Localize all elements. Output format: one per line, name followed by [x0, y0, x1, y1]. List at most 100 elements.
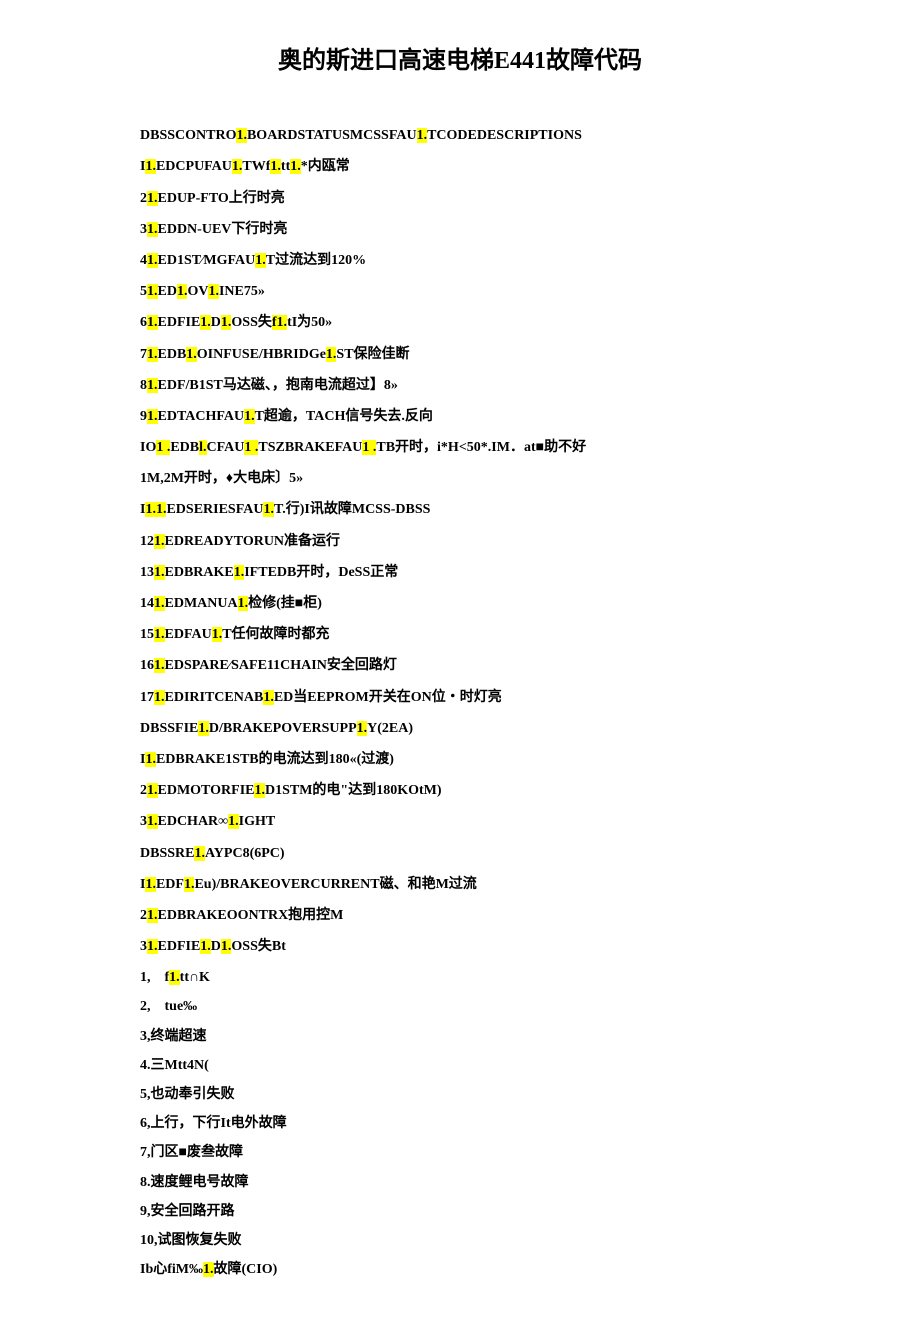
text-fragment: TCODEDESCRIPTIONS — [427, 128, 582, 143]
code-line: 51.ED1.OV1.INE75» — [140, 279, 780, 304]
highlighted-text: 1. — [194, 846, 205, 861]
text-fragment: D1STM的电"达到180KOtM) — [265, 783, 442, 798]
text-fragment: tt∩K — [180, 970, 210, 985]
text-fragment: 3 — [140, 814, 147, 829]
highlighted-text: 1. — [147, 222, 158, 237]
text-fragment: 5 — [140, 284, 147, 299]
highlighted-text: 1 . — [156, 440, 170, 455]
highlighted-text: 1. — [147, 347, 158, 362]
text-fragment: T过流达到120% — [266, 253, 366, 268]
text-fragment: ED1ST∕MGFAU — [158, 253, 256, 268]
highlighted-text: 1. — [238, 596, 249, 611]
text-fragment: 9 — [140, 409, 147, 424]
highlighted-text: 1. — [208, 284, 219, 299]
text-fragment: T任何故障时都充 — [222, 627, 329, 642]
text-fragment: T.行)I讯故障MCSS-DBSS — [274, 502, 431, 517]
text-fragment: 15 — [140, 627, 154, 642]
text-fragment: IO — [140, 440, 156, 455]
list-item: 2, tue‰ — [140, 994, 780, 1019]
code-line: I1.EDBRAKE1STB的电流达到180«(过渡) — [140, 747, 780, 772]
text-fragment: BOARDSTATUSMCSSFAU — [247, 128, 417, 143]
highlighted-text: 1. — [212, 627, 223, 642]
highlighted-text: 1. — [290, 159, 301, 174]
text-fragment: EDCHAR∞ — [158, 814, 229, 829]
text-fragment: EDFIE — [158, 939, 201, 954]
highlighted-text: 1. — [244, 409, 255, 424]
text-fragment: 2 — [140, 908, 147, 923]
text-fragment: EDUP-FTO上行时亮 — [158, 191, 285, 206]
text-fragment: EDFIE — [158, 315, 201, 330]
text-fragment: 8 — [140, 378, 147, 393]
highlighted-text: 1. — [221, 315, 232, 330]
list-item: 5,也动奉引失败 — [140, 1082, 780, 1107]
code-line: I1.1.EDSERIESFAU1.T.行)I讯故障MCSS-DBSS — [140, 497, 780, 522]
text-fragment: 1, f — [140, 970, 169, 985]
highlighted-text: 1. — [154, 690, 165, 705]
text-fragment: EDBRAKE — [165, 565, 234, 580]
highlighted-text: 1.1. — [145, 502, 166, 517]
highlighted-text: 1. — [326, 347, 337, 362]
text-fragment: Ib心fiM‰ — [140, 1262, 203, 1277]
text-fragment: *内瓯常 — [301, 159, 350, 174]
text-fragment: tI为50» — [287, 315, 332, 330]
list-item: 1, f1.tt∩K — [140, 965, 780, 990]
text-fragment: EDB — [170, 440, 199, 455]
code-line: DBSSCONTRO1.BOARDSTATUSMCSSFAU1.TCODEDES… — [140, 123, 780, 148]
text-fragment: Eu)/BRAKEOVERCURRENT磁、和艳M过流 — [194, 877, 476, 892]
page-title: 奥的斯进口高速电梯E441故障代码 — [140, 40, 780, 83]
code-line: 171.EDIRITCENAB1.ED当EEPROM开关在ON位・时灯亮 — [140, 685, 780, 710]
text-fragment: D — [211, 315, 221, 330]
text-fragment: EDREADYTORUN准备运行 — [165, 534, 341, 549]
text-fragment: Y(2EA) — [367, 721, 413, 736]
text-fragment: 故障(CIO) — [214, 1262, 278, 1277]
text-fragment: 检修(挂■柜) — [248, 596, 322, 611]
text-fragment: ED当EEPROM开关在ON位・时灯亮 — [274, 690, 502, 705]
list-item: 10,试图恢复失败 — [140, 1228, 780, 1253]
text-fragment: EDFAU — [165, 627, 212, 642]
code-line: 41.ED1ST∕MGFAU1.T过流达到120% — [140, 248, 780, 273]
text-fragment: EDCPUFAU — [156, 159, 232, 174]
highlighted-text: 1. — [186, 347, 197, 362]
text-fragment: EDBRAKE1STB的电流达到180«(过渡) — [156, 752, 394, 767]
highlighted-text: 1. — [221, 939, 232, 954]
highlighted-text: 1. — [154, 596, 165, 611]
highlighted-text: 1. — [263, 502, 274, 517]
text-fragment: TSZBRAKEFAU — [258, 440, 362, 455]
text-fragment: EDDN-UEV下行时亮 — [158, 222, 288, 237]
highlighted-text: 1. — [357, 721, 368, 736]
text-fragment: AYPC8(6PC) — [205, 846, 285, 861]
text-fragment: DBSSFIE — [140, 721, 198, 736]
text-fragment: EDMOTORFIE — [158, 783, 255, 798]
highlighted-text: l. — [199, 440, 206, 455]
numbered-list: 1, f1.tt∩K2, tue‰3,终端超速4.三Mtt4N(5,也动奉引失败… — [140, 965, 780, 1253]
highlighted-text: 1. — [147, 783, 158, 798]
text-fragment: 2 — [140, 783, 147, 798]
text-fragment: IFTEDB开时，DeSS正常 — [244, 565, 398, 580]
text-fragment: EDSERIESFAU — [166, 502, 263, 517]
list-item: 3,终端超速 — [140, 1024, 780, 1049]
highlighted-text: 1. — [200, 939, 211, 954]
highlighted-text: 1. — [147, 939, 158, 954]
highlighted-text: 1. — [147, 315, 158, 330]
text-fragment: EDSPARE∕SAFE11CHAIN安全回路灯 — [165, 658, 397, 673]
code-line: IO1 .EDBl.CFAU1 .TSZBRAKEFAU1 .TB开时，i*H<… — [140, 435, 780, 460]
text-fragment: T超逾，TACH信号失去.反向 — [255, 409, 433, 424]
highlighted-text: 1. — [147, 908, 158, 923]
code-line: 31.EDDN-UEV下行时亮 — [140, 217, 780, 242]
highlighted-text: 1. — [234, 565, 245, 580]
highlighted-text: 1. — [147, 253, 158, 268]
highlighted-text: 1. — [236, 128, 247, 143]
code-line: 31.EDCHAR∞1.IGHT — [140, 809, 780, 834]
code-line: 81.EDF/B1ST马达磁、，抱南电流超过】8» — [140, 373, 780, 398]
text-fragment: 7 — [140, 347, 147, 362]
highlighted-text: 1. — [145, 159, 156, 174]
code-line: 21.EDMOTORFIE1.D1STM的电"达到180KOtM) — [140, 778, 780, 803]
code-line: 61.EDFIE1.D1.OSS失f1.tI为50» — [140, 310, 780, 335]
highlighted-text: 1. — [198, 721, 209, 736]
text-fragment: ED — [158, 284, 177, 299]
code-line: 161.EDSPARE∕SAFE11CHAIN安全回路灯 — [140, 653, 780, 678]
text-fragment: 16 — [140, 658, 154, 673]
code-line: 121.EDREADYTORUN准备运行 — [140, 529, 780, 554]
highlighted-text: 1. — [147, 284, 158, 299]
text-fragment: D — [211, 939, 221, 954]
